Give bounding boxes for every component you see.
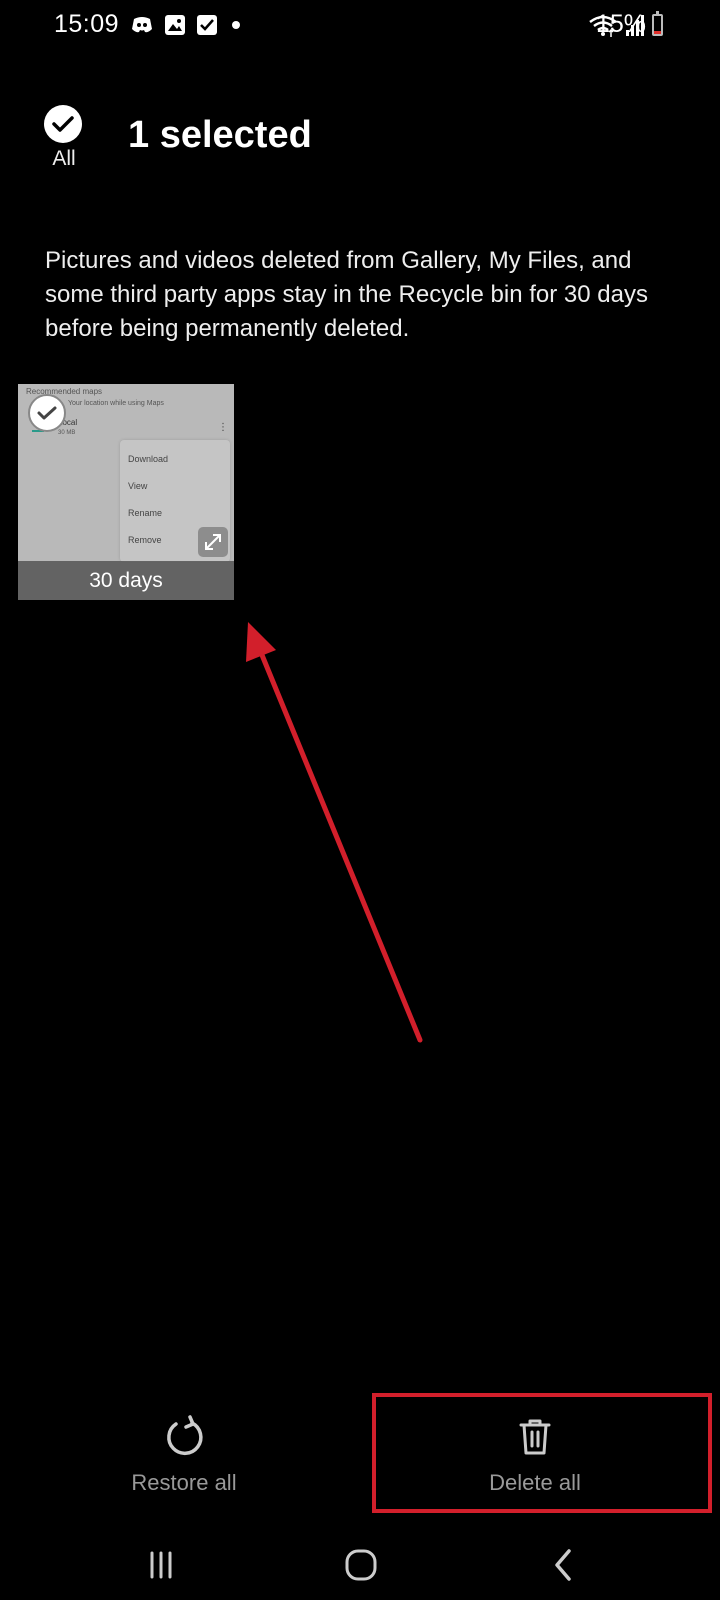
preview-heading: Recommended maps	[26, 387, 103, 396]
gallery-icon	[165, 15, 185, 35]
discord-icon	[132, 17, 152, 33]
back-icon	[555, 1549, 571, 1581]
system-navigation-bar	[0, 1530, 720, 1600]
restore-all-button[interactable]: Restore all	[84, 1415, 284, 1496]
preview-menu-download: Download	[128, 454, 169, 464]
page-title: 1 selected	[128, 114, 312, 156]
home-button[interactable]	[331, 1540, 391, 1590]
recent-apps-icon	[150, 1551, 172, 1579]
select-all-toggle[interactable]: All	[44, 105, 84, 171]
item-days-remaining: 30 days	[18, 561, 234, 600]
expand-icon[interactable]	[198, 527, 228, 557]
select-all-label: All	[52, 147, 76, 170]
recycle-bin-info: Pictures and videos deleted from Gallery…	[45, 247, 648, 342]
preview-more-icon: ⋮	[218, 422, 228, 433]
recycle-bin-item[interactable]: Recommended maps Your location while usi…	[18, 384, 234, 600]
status-time: 15:09	[54, 10, 120, 38]
checkbox-icon	[197, 15, 217, 35]
preview-subheading: Your location while using Maps	[68, 400, 164, 407]
select-all-check-icon	[44, 105, 82, 143]
annotation-arrow	[246, 622, 423, 1043]
dot-icon	[232, 21, 240, 29]
preview-menu-view: View	[128, 481, 148, 491]
recent-apps-button[interactable]	[131, 1540, 191, 1590]
annotation-highlight-box	[372, 1393, 712, 1513]
battery-icon	[652, 11, 663, 36]
restore-icon	[167, 1415, 203, 1456]
battery-percent: 15%	[596, 10, 647, 38]
notification-icons	[130, 14, 244, 36]
preview-menu-rename: Rename	[128, 508, 163, 518]
restore-all-label: Restore all	[131, 1470, 237, 1495]
preview-row-size: 30 MB	[58, 430, 76, 436]
back-button[interactable]	[533, 1540, 593, 1590]
item-selected-check-icon[interactable]	[28, 394, 66, 432]
status-bar: 15:09 15%	[0, 0, 720, 52]
home-icon	[345, 1549, 377, 1581]
battery-level-fill	[654, 31, 661, 34]
